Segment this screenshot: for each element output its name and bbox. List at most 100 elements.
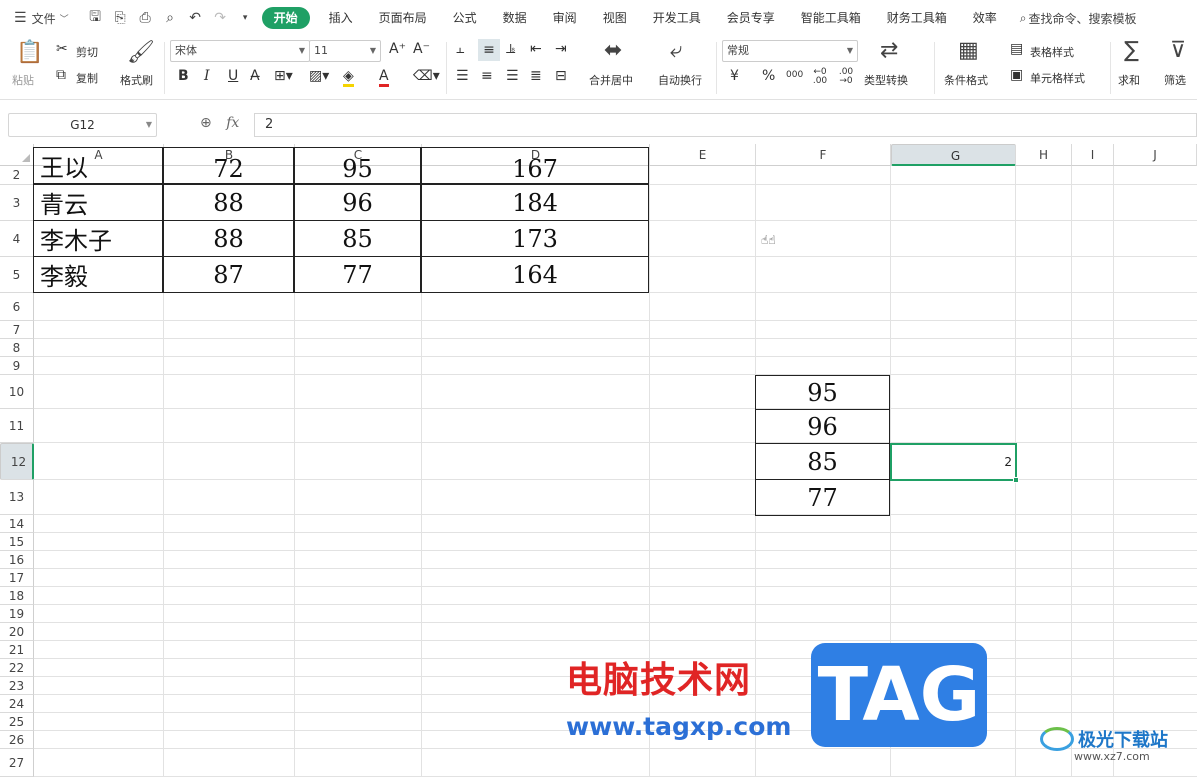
italic-button[interactable]: I (204, 68, 210, 84)
cell-f12[interactable]: 85 (755, 443, 890, 480)
distribute-icon[interactable]: ⊟ (555, 68, 567, 84)
fill-color-icon[interactable]: ◈ (343, 68, 354, 87)
cell-f10[interactable]: 95 (755, 375, 890, 410)
print-icon[interactable]: ⎙ (133, 10, 158, 26)
fill-pattern-icon[interactable]: ▨▾ (309, 68, 329, 84)
tab-efficiency[interactable]: 效率 (960, 0, 1010, 36)
font-color-icon[interactable]: A (379, 68, 389, 87)
column-header-e[interactable]: E (650, 144, 756, 166)
table-style-button[interactable]: 表格样式 (1030, 44, 1074, 60)
tab-data[interactable]: 数据 (490, 0, 540, 36)
strikethrough-icon[interactable]: A̶ (250, 68, 260, 84)
row-header-8[interactable]: 8 (0, 339, 34, 357)
file-menu[interactable]: ☰ 文件 ﹀ (0, 0, 77, 36)
merge-center-button[interactable]: 合并居中 (589, 72, 633, 88)
column-header-i[interactable]: I (1072, 144, 1114, 166)
indent-decrease-icon[interactable]: ⇤ (530, 41, 542, 57)
cell-d2[interactable]: 167 (421, 147, 649, 184)
cell-b4[interactable]: 88 (163, 220, 294, 257)
cell-b5[interactable]: 87 (163, 256, 294, 293)
zoom-icon[interactable]: ⊕ (200, 115, 212, 131)
cut-button[interactable]: 剪切 (76, 44, 98, 60)
tab-member[interactable]: 会员专享 (714, 0, 788, 36)
align-right-icon[interactable]: ☰ (506, 68, 519, 84)
currency-button[interactable]: ¥ (730, 68, 739, 84)
row-header-2[interactable]: 2 (0, 166, 34, 185)
row-header-4[interactable]: 4 (0, 221, 34, 257)
justify-icon[interactable]: ≣ (530, 68, 542, 84)
type-convert-button[interactable]: 类型转换 (864, 72, 908, 88)
thousands-button[interactable]: 000 (786, 70, 803, 80)
filter-button[interactable]: 筛选 (1164, 72, 1186, 88)
row-header-25[interactable]: 25 (0, 713, 34, 731)
cell-f11[interactable]: 96 (755, 409, 890, 444)
cell-a2[interactable]: 王以 (33, 147, 163, 184)
align-middle-icon[interactable]: ≡ (478, 39, 500, 61)
indent-increase-icon[interactable]: ⇥ (555, 41, 567, 57)
bold-button[interactable]: B (178, 68, 189, 84)
cell-f13[interactable]: 77 (755, 479, 890, 516)
align-bottom-icon[interactable]: ⫡ (506, 41, 515, 57)
cell-style-button[interactable]: 单元格样式 (1030, 70, 1085, 86)
tab-developer[interactable]: 开发工具 (640, 0, 714, 36)
conditional-format-button[interactable]: 条件格式 (944, 72, 988, 88)
undo-icon[interactable]: ↶ (183, 10, 208, 26)
cell-d4[interactable]: 173 (421, 220, 649, 257)
sum-button[interactable]: 求和 (1118, 72, 1140, 88)
row-header-22[interactable]: 22 (0, 659, 34, 677)
number-format-select[interactable]: 常规 ▼ (722, 40, 858, 62)
row-header-7[interactable]: 7 (0, 321, 34, 339)
font-shrink-icon[interactable]: A⁻ (413, 41, 430, 57)
cell-a3[interactable]: 青云 (33, 184, 163, 221)
cell-c4[interactable]: 85 (294, 220, 421, 257)
command-search[interactable]: ⌕ 查找命令、搜索模板 (1010, 0, 1137, 36)
tab-smart-tools[interactable]: 智能工具箱 (788, 0, 874, 36)
paste-icon[interactable]: 📋 (16, 40, 43, 65)
row-header-12[interactable]: 12 (0, 443, 34, 480)
tab-finance-tools[interactable]: 财务工具箱 (874, 0, 960, 36)
align-left-icon[interactable]: ☰ (456, 68, 469, 84)
row-header-24[interactable]: 24 (0, 695, 34, 713)
copy-button[interactable]: 复制 (76, 70, 98, 86)
cell-d3[interactable]: 184 (421, 184, 649, 221)
cell-a4[interactable]: 李木子 (33, 220, 163, 257)
tab-formulas[interactable]: 公式 (440, 0, 490, 36)
underline-button[interactable]: U (228, 68, 238, 84)
tab-view[interactable]: 视图 (590, 0, 640, 36)
row-header-23[interactable]: 23 (0, 677, 34, 695)
tab-review[interactable]: 审阅 (540, 0, 590, 36)
align-top-icon[interactable]: ⫠ (456, 41, 464, 57)
align-center-icon[interactable]: ≡ (481, 68, 493, 84)
tab-home[interactable]: 开始 (261, 7, 310, 29)
row-header-19[interactable]: 19 (0, 605, 34, 623)
formula-input[interactable]: 2 (254, 113, 1197, 137)
column-header-g[interactable]: G (891, 144, 1016, 166)
row-header-27[interactable]: 27 (0, 749, 34, 777)
print-preview-icon[interactable]: ⌕ (158, 10, 183, 26)
row-header-10[interactable]: 10 (0, 375, 34, 409)
percent-button[interactable]: % (762, 68, 775, 84)
row-header-5[interactable]: 5 (0, 257, 34, 293)
tab-page-layout[interactable]: 页面布局 (366, 0, 440, 36)
row-header-26[interactable]: 26 (0, 731, 34, 749)
format-painter-button[interactable]: 格式刷 (120, 72, 153, 88)
eraser-icon[interactable]: ⌫▾ (413, 68, 440, 84)
cell-c5[interactable]: 77 (294, 256, 421, 293)
cell-a5[interactable]: 李毅 (33, 256, 163, 293)
select-all-corner[interactable] (0, 144, 34, 166)
row-header-6[interactable]: 6 (0, 293, 34, 321)
row-header-20[interactable]: 20 (0, 623, 34, 641)
font-name-select[interactable]: 宋体 ▼ (170, 40, 310, 62)
export-pdf-icon[interactable]: ⎘ (108, 10, 133, 26)
row-header-15[interactable]: 15 (0, 533, 34, 551)
cell-d5[interactable]: 164 (421, 256, 649, 293)
redo-icon[interactable]: ↷ (208, 10, 233, 26)
column-header-h[interactable]: H (1016, 144, 1072, 166)
decimal-increase-button[interactable]: ←0 .00 (810, 68, 830, 86)
customize-icon[interactable]: ▾ (233, 13, 258, 23)
column-header-f[interactable]: F (756, 144, 891, 166)
row-header-9[interactable]: 9 (0, 357, 34, 375)
row-header-21[interactable]: 21 (0, 641, 34, 659)
font-grow-icon[interactable]: A⁺ (389, 41, 406, 57)
selected-cell-g12[interactable]: 2 (890, 443, 1019, 483)
